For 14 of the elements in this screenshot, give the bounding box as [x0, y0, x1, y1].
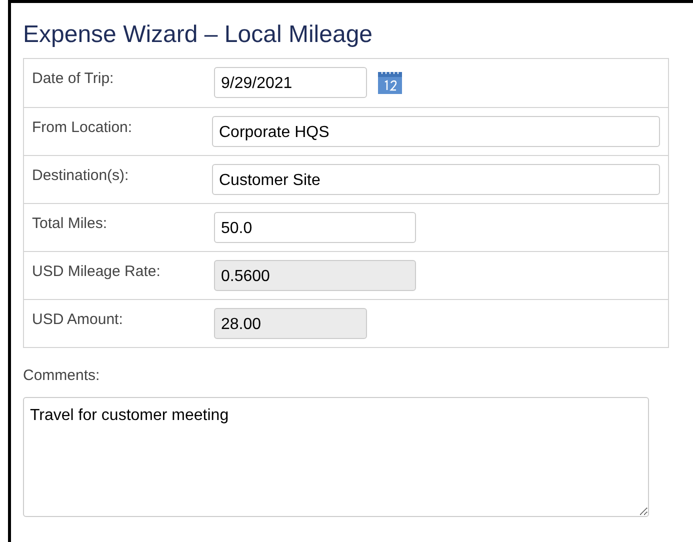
field-label: USD Mileage Rate:: [32, 262, 162, 282]
page-title: Expense Wizard – Local Mileage: [23, 21, 373, 49]
field-label: Destination(s):: [32, 166, 130, 186]
input-field[interactable]: Corporate HQS: [212, 116, 660, 147]
field-label: From Location:: [32, 118, 134, 138]
field-label: Date of Trip:: [32, 69, 115, 89]
comments-label: Comments:: [23, 366, 100, 386]
input-field[interactable]: Customer Site: [212, 164, 660, 195]
field-label: USD Amount:: [32, 310, 124, 330]
field-label: Total Miles:: [32, 214, 108, 234]
comments-field[interactable]: Travel for customer meeting: [23, 396, 649, 516]
input-field[interactable]: 9/29/2021: [214, 67, 367, 98]
input-field[interactable]: 50.0: [214, 212, 416, 243]
calendar-icon[interactable]: [377, 69, 403, 95]
